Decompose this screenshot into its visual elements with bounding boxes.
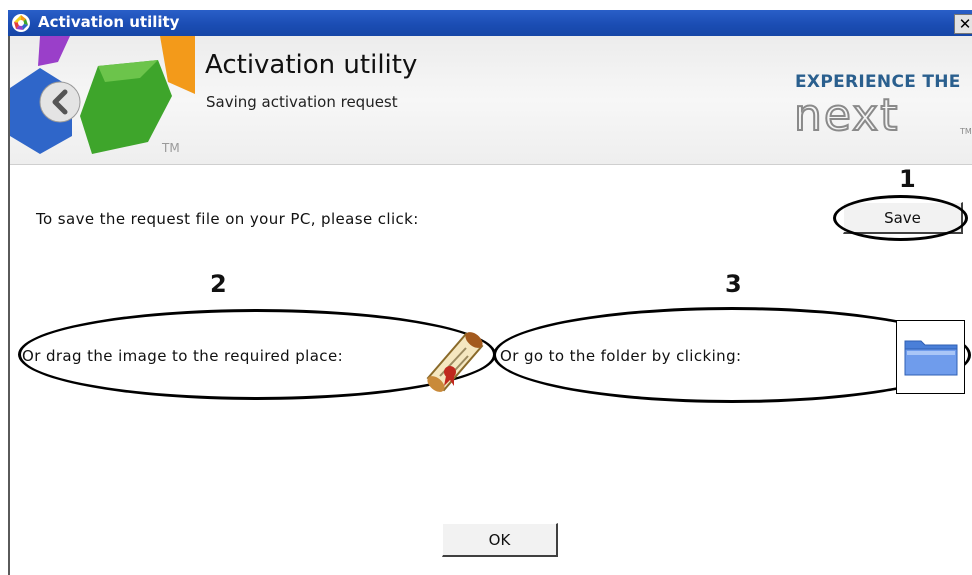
folder-prompt: Or go to the folder by clicking: (500, 347, 742, 365)
svg-text:TM: TM (959, 127, 972, 136)
close-button[interactable]: ✕ (954, 14, 972, 34)
window-title: Activation utility (38, 13, 180, 31)
close-icon: ✕ (958, 15, 972, 33)
folder-icon (904, 340, 958, 376)
open-folder-button[interactable] (896, 320, 965, 394)
header-divider (10, 164, 972, 165)
trademark-label: TM (162, 141, 180, 155)
brand-tagline: EXPERIENCE THE (795, 72, 961, 92)
scroll-document-icon[interactable] (416, 320, 488, 392)
brand-next-text: next (794, 96, 899, 138)
page-title: Activation utility (205, 50, 418, 80)
step-3-label: 3 (725, 270, 742, 298)
title-bar[interactable]: Activation utility ✕ (8, 10, 972, 36)
drag-prompt: Or drag the image to the required place: (22, 347, 344, 365)
step-2-label: 2 (210, 270, 227, 298)
app-logo-icon (12, 14, 30, 32)
ok-button[interactable]: OK (442, 523, 558, 557)
header-banner: TM Activation utility Saving activation … (10, 36, 972, 164)
step-1-highlight (833, 195, 968, 241)
step-1-label: 1 (899, 165, 916, 193)
brand-logo: next TM (794, 96, 972, 138)
activation-utility-window: Activation utility ✕ TM Activation utili… (0, 0, 972, 575)
save-prompt: To save the request file on your PC, ple… (36, 210, 419, 228)
page-subtitle: Saving activation request (206, 93, 398, 111)
